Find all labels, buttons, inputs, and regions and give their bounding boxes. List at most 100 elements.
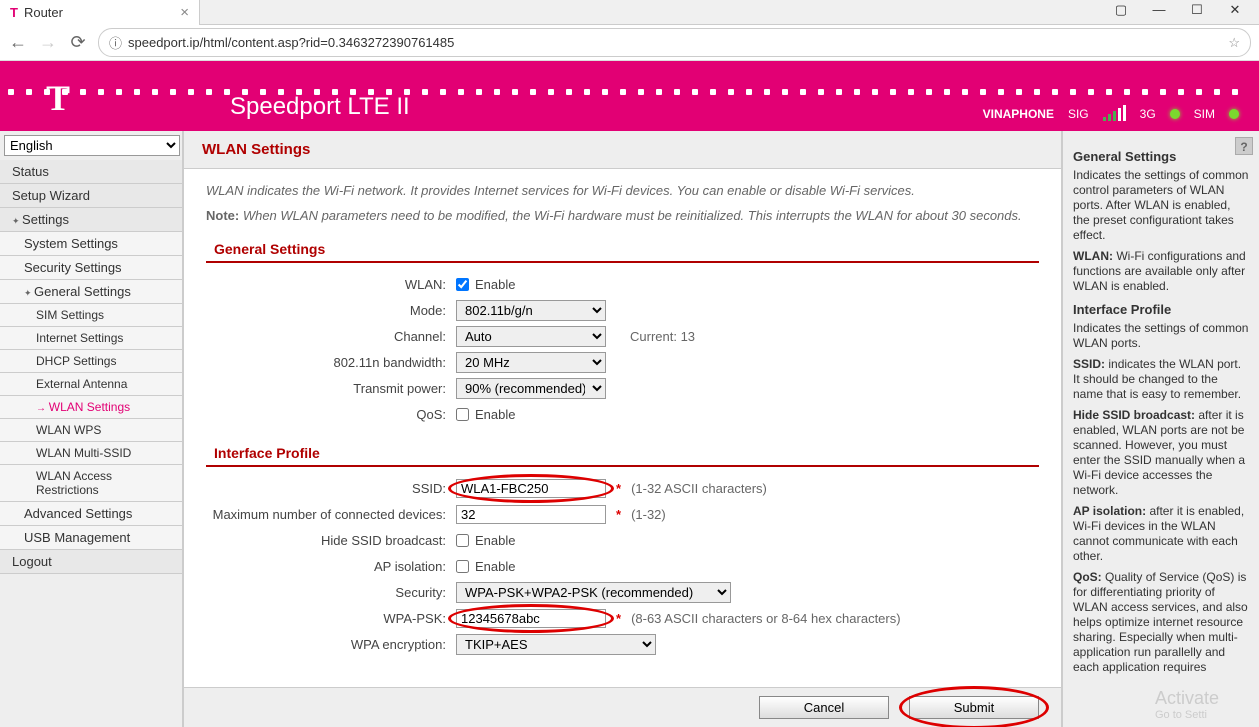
mode-label: Mode: <box>206 303 456 318</box>
txpower-select[interactable]: 90% (recommended) <box>456 378 606 399</box>
hidessid-checkbox[interactable] <box>456 534 469 547</box>
hidessid-label: Hide SSID broadcast: <box>206 533 456 548</box>
sidebar-item-wlan-wps[interactable]: WLAN WPS <box>0 419 182 442</box>
user-icon[interactable]: ▢ <box>1107 2 1135 22</box>
sidebar-item-logout[interactable]: Logout <box>0 550 182 574</box>
bandwidth-label: 802.11n bandwidth: <box>206 355 456 370</box>
intro-text: WLAN indicates the Wi-Fi network. It pro… <box>206 183 1039 198</box>
wpapsk-label: WPA-PSK: <box>206 611 456 626</box>
channel-current: Current: 13 <box>630 329 695 344</box>
sidebar-item-settings[interactable]: Settings <box>0 208 182 232</box>
security-label: Security: <box>206 585 456 600</box>
carrier-label: VINAPHONE <box>983 107 1054 121</box>
wpapsk-input[interactable] <box>456 609 606 628</box>
maximize-button[interactable]: ☐ <box>1183 2 1211 22</box>
apisolation-checkbox[interactable] <box>456 560 469 573</box>
help-interface-text: Indicates the settings of common WLAN po… <box>1073 321 1249 351</box>
help-hide-text: Hide SSID broadcast: after it is enabled… <box>1073 408 1249 498</box>
apisolation-label: AP isolation: <box>206 559 456 574</box>
t-logo-icon: T <box>46 77 70 119</box>
wpaenc-select[interactable]: TKIP+AES <box>456 634 656 655</box>
sidebar-item-general-settings[interactable]: General Settings <box>0 280 182 304</box>
minimize-button[interactable]: — <box>1145 2 1173 22</box>
close-window-button[interactable]: ✕ <box>1221 2 1249 22</box>
sidebar-item-status[interactable]: Status <box>0 160 182 184</box>
help-wlan-text: WLAN: Wi-Fi configurations and functions… <box>1073 249 1249 294</box>
content-area: WLAN Settings WLAN indicates the Wi-Fi n… <box>184 131 1063 727</box>
help-general-text: Indicates the settings of common control… <box>1073 168 1249 243</box>
net3g-led-icon <box>1170 109 1180 119</box>
button-bar: Cancel Submit <box>184 687 1061 727</box>
channel-select[interactable]: Auto <box>456 326 606 347</box>
bookmark-icon[interactable]: ☆ <box>1228 35 1240 51</box>
sidebar-item-usb-management[interactable]: USB Management <box>0 526 182 550</box>
sidebar: English Status Setup Wizard Settings Sys… <box>0 131 184 727</box>
channel-label: Channel: <box>206 329 456 344</box>
wpapsk-hint: (8-63 ASCII characters or 8-64 hex chara… <box>631 611 901 626</box>
browser-nav-bar: ← → ⟳ ⓘ speedport.ip/html/content.asp?ri… <box>0 25 1259 61</box>
sim-led-icon <box>1229 109 1239 119</box>
hidessid-text: Enable <box>475 533 515 548</box>
security-select[interactable]: WPA-PSK+WPA2-PSK (recommended) <box>456 582 731 603</box>
required-icon: * <box>616 507 621 522</box>
page-header: T Speedport LTE II VINAPHONE SIG 3G SIM <box>0 61 1259 131</box>
mode-select[interactable]: 802.11b/g/n <box>456 300 606 321</box>
help-general-heading: General Settings <box>1073 149 1249 164</box>
url-bar[interactable]: ⓘ speedport.ip/html/content.asp?rid=0.34… <box>98 28 1251 57</box>
required-icon: * <box>616 611 621 626</box>
ssid-hint: (1-32 ASCII characters) <box>631 481 767 496</box>
language-select[interactable]: English <box>4 135 180 156</box>
qos-enable-text: Enable <box>475 407 515 422</box>
wlan-enable-checkbox[interactable] <box>456 278 469 291</box>
sidebar-item-system-settings[interactable]: System Settings <box>0 232 182 256</box>
sidebar-item-dhcp-settings[interactable]: DHCP Settings <box>0 350 182 373</box>
forward-button[interactable]: → <box>38 32 58 53</box>
wlan-label: WLAN: <box>206 277 456 292</box>
back-button[interactable]: ← <box>8 32 28 53</box>
info-icon[interactable]: ⓘ <box>109 33 122 52</box>
tab-favicon-icon: T <box>10 5 18 20</box>
reload-button[interactable]: ⟳ <box>68 32 88 53</box>
sidebar-item-advanced-settings[interactable]: Advanced Settings <box>0 502 182 526</box>
help-ssid-text: SSID: indicates the WLAN port. It should… <box>1073 357 1249 402</box>
sidebar-item-wizard[interactable]: Setup Wizard <box>0 184 182 208</box>
maxdev-input[interactable] <box>456 505 606 524</box>
browser-tab-bar: T Router × ▢ — ☐ ✕ <box>0 0 1259 25</box>
product-name: Speedport LTE II <box>230 93 410 131</box>
help-icon[interactable]: ? <box>1235 137 1253 155</box>
bandwidth-select[interactable]: 20 MHz <box>456 352 606 373</box>
sidebar-item-wlan-multi-ssid[interactable]: WLAN Multi-SSID <box>0 442 182 465</box>
help-interface-heading: Interface Profile <box>1073 302 1249 317</box>
sidebar-item-wlan-access-restrictions[interactable]: WLAN Access Restrictions <box>0 465 182 502</box>
browser-tab[interactable]: T Router × <box>0 0 200 25</box>
wpaenc-label: WPA encryption: <box>206 637 456 652</box>
wlan-enable-text: Enable <box>475 277 515 292</box>
section-general: General Settings <box>206 237 1039 263</box>
header-status: VINAPHONE SIG 3G SIM <box>983 107 1239 121</box>
sidebar-item-sim-settings[interactable]: SIM Settings <box>0 304 182 327</box>
help-qos-text: QoS: Quality of Service (QoS) is for dif… <box>1073 570 1249 675</box>
maxdev-hint: (1-32) <box>631 507 666 522</box>
net3g-label: 3G <box>1140 107 1156 121</box>
txpower-label: Transmit power: <box>206 381 456 396</box>
header-dots <box>0 89 1259 95</box>
section-interface: Interface Profile <box>206 441 1039 467</box>
sidebar-item-security-settings[interactable]: Security Settings <box>0 256 182 280</box>
sidebar-item-internet-settings[interactable]: Internet Settings <box>0 327 182 350</box>
tab-close-icon[interactable]: × <box>180 4 189 21</box>
qos-enable-checkbox[interactable] <box>456 408 469 421</box>
page-title: WLAN Settings <box>184 131 1061 169</box>
maxdev-label: Maximum number of connected devices: <box>206 507 456 522</box>
submit-button[interactable]: Submit <box>909 696 1039 719</box>
required-icon: * <box>616 481 621 496</box>
help-ap-text: AP isolation: after it is enabled, Wi-Fi… <box>1073 504 1249 564</box>
sidebar-item-wlan-settings[interactable]: WLAN Settings <box>0 396 182 419</box>
ssid-label: SSID: <box>206 481 456 496</box>
cancel-button[interactable]: Cancel <box>759 696 889 719</box>
help-pane: ? General Settings Indicates the setting… <box>1063 131 1259 727</box>
ssid-input[interactable] <box>456 479 606 498</box>
apisolation-text: Enable <box>475 559 515 574</box>
sidebar-item-external-antenna[interactable]: External Antenna <box>0 373 182 396</box>
url-text: speedport.ip/html/content.asp?rid=0.3463… <box>128 35 1222 50</box>
sig-label: SIG <box>1068 107 1089 121</box>
